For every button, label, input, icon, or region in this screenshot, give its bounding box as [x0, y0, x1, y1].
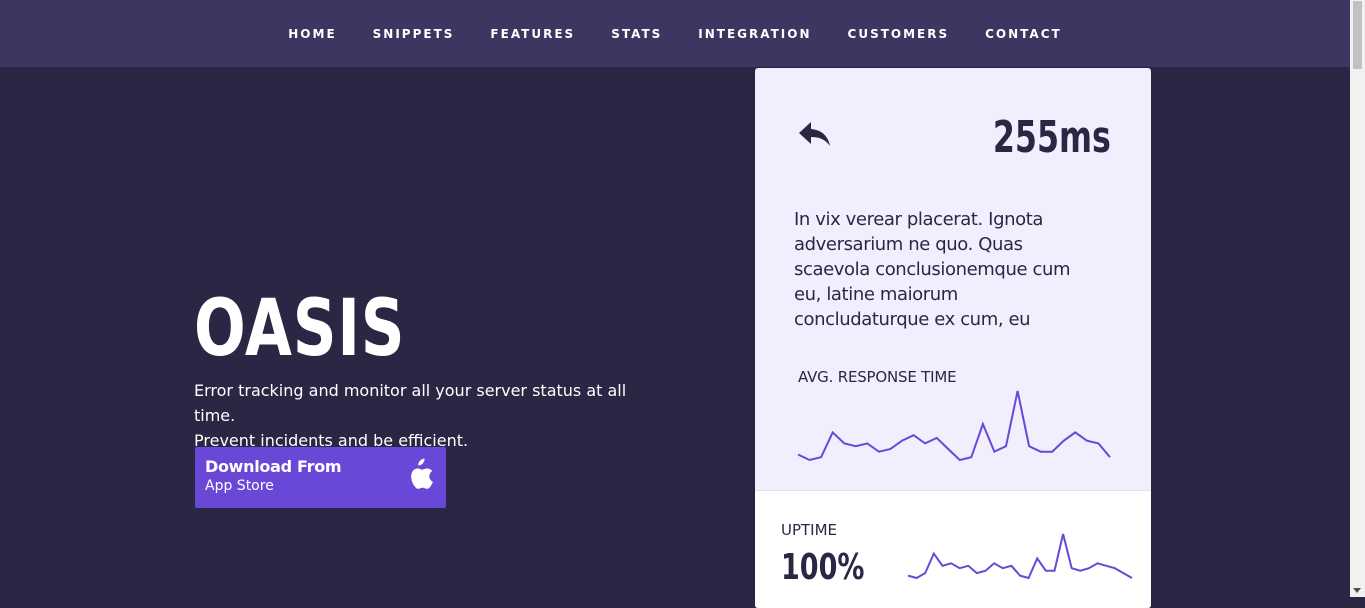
avg-response-time-label: AVG. RESPONSE TIME: [798, 368, 957, 386]
nav-item-features[interactable]: FEATURES: [490, 27, 575, 41]
apple-icon: [411, 458, 433, 489]
response-time-sparkline: [797, 390, 1111, 462]
nav-item-integration[interactable]: INTEGRATION: [698, 27, 811, 41]
hero-description-line1: Error tracking and monitor all your serv…: [194, 381, 627, 425]
hero-description: Error tracking and monitor all your serv…: [194, 378, 664, 453]
store-button-line1: Download From: [205, 457, 342, 476]
card-description: In vix verear placerat. Ignota adversari…: [794, 209, 1071, 330]
nav-item-contact[interactable]: CONTACT: [985, 27, 1062, 41]
uptime-sparkline: [907, 533, 1133, 580]
scroll-down-arrow-icon[interactable]: [1353, 588, 1361, 593]
scrollbar-thumb[interactable]: [1353, 1, 1362, 69]
nav-item-home[interactable]: HOME: [288, 27, 336, 41]
page-scrollbar[interactable]: [1350, 0, 1365, 597]
latency-value: 255ms: [992, 112, 1111, 163]
store-button-line2: App Store: [205, 478, 274, 494]
uptime-panel: UPTIME 100%: [755, 490, 1151, 608]
nav-item-snippets[interactable]: SNIPPETS: [373, 27, 455, 41]
app-store-download-button[interactable]: Download From App Store: [195, 447, 446, 508]
reply-arrow-icon[interactable]: [797, 118, 833, 150]
hero-title: OASIS: [194, 284, 406, 374]
nav-list: HOME SNIPPETS FEATURES STATS INTEGRATION…: [270, 27, 1079, 41]
nav-item-stats[interactable]: STATS: [611, 27, 662, 41]
uptime-line: [907, 533, 1133, 580]
uptime-label: UPTIME: [781, 521, 838, 539]
stats-card: 255ms In vix verear placerat. Ignota adv…: [755, 68, 1151, 608]
response-time-line: [797, 390, 1111, 462]
uptime-value: 100%: [781, 547, 865, 588]
nav-item-customers[interactable]: CUSTOMERS: [848, 27, 950, 41]
top-nav: HOME SNIPPETS FEATURES STATS INTEGRATION…: [0, 0, 1350, 67]
